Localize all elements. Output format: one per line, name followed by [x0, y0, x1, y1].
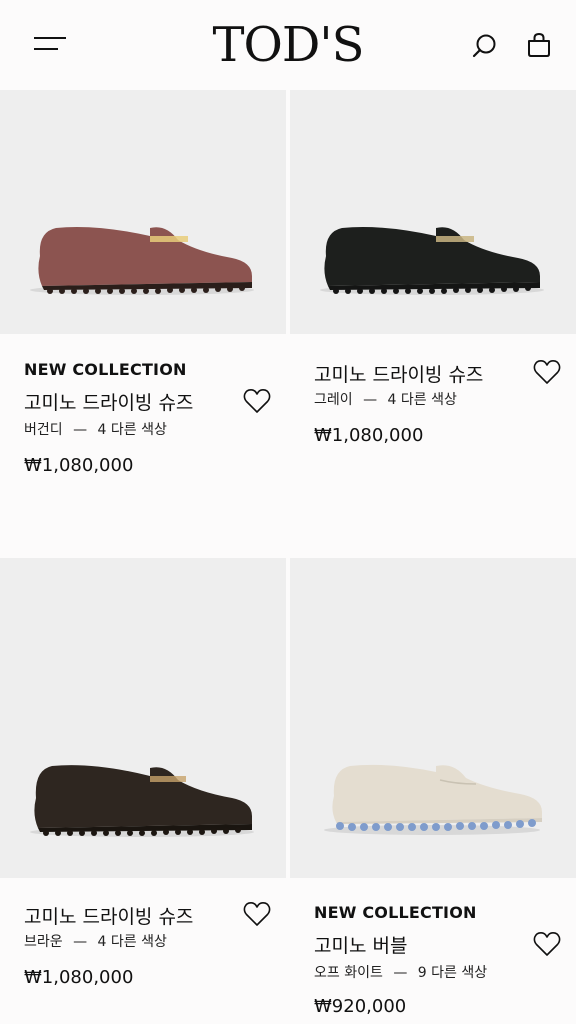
color-separator: — — [73, 422, 88, 438]
color-name: 그레이 — [314, 392, 353, 408]
product-price: ₩1,080,000 — [314, 425, 424, 446]
product-name[interactable]: 고미노 드라이빙 슈즈 — [24, 902, 193, 929]
product-card[interactable]: 고미노 드라이빙 슈즈 브라운 — 4 다른 색상 ₩1,080,000 — [0, 558, 286, 1024]
search-icon[interactable] — [472, 33, 498, 59]
product-card[interactable]: NEW COLLECTION 고미노 드라이빙 슈즈 버건디 — 4 다른 색상… — [0, 90, 286, 550]
product-image[interactable] — [290, 558, 576, 878]
more-colors: 4 다른 색상 — [97, 422, 167, 438]
product-name[interactable]: 고미노 버블 — [314, 931, 407, 958]
product-color: 그레이 — 4 다른 색상 — [314, 389, 457, 409]
product-color: 버건디 — 4 다른 색상 — [24, 419, 167, 439]
loafer-image — [30, 227, 254, 295]
color-name: 오프 화이트 — [314, 965, 383, 981]
shoe-upper — [324, 227, 540, 286]
product-price: ₩1,080,000 — [24, 967, 134, 988]
loafer-image — [30, 765, 254, 837]
product-image[interactable] — [0, 90, 286, 334]
shoe-upper — [332, 764, 542, 822]
product-card[interactable]: NEW COLLECTION 고미노 버블 오프 화이트 — 9 다른 색상 ₩… — [290, 558, 576, 1024]
more-colors: 4 다른 색상 — [387, 392, 457, 408]
loafer-image — [324, 764, 542, 835]
product-price: ₩1,080,000 — [24, 455, 134, 476]
shoe-upper — [34, 765, 253, 828]
more-colors: 4 다른 색상 — [97, 934, 167, 950]
shoe-upper — [38, 227, 253, 286]
heart-icon[interactable] — [533, 931, 561, 957]
product-image[interactable] — [0, 558, 286, 878]
color-name: 버건디 — [24, 422, 63, 438]
product-name[interactable]: 고미노 드라이빙 슈즈 — [314, 360, 483, 387]
product-color: 오프 화이트 — 9 다른 색상 — [314, 962, 487, 982]
product-image[interactable] — [290, 90, 576, 334]
product-card[interactable]: 고미노 드라이빙 슈즈 그레이 — 4 다른 색상 ₩1,080,000 — [290, 90, 576, 550]
color-name: 브라운 — [24, 934, 63, 950]
product-color: 브라운 — 4 다른 색상 — [24, 931, 167, 951]
heart-icon[interactable] — [243, 388, 271, 414]
more-colors: 9 다른 색상 — [417, 965, 488, 981]
color-separator: — — [363, 392, 378, 408]
loafer-image — [320, 227, 544, 295]
header: TOD'S — [0, 0, 576, 90]
color-separator: — — [73, 934, 88, 950]
shopping-bag-icon[interactable] — [527, 32, 551, 58]
product-tag: NEW COLLECTION — [314, 903, 477, 922]
product-price: ₩920,000 — [314, 996, 407, 1017]
product-tag: NEW COLLECTION — [24, 360, 187, 379]
product-name[interactable]: 고미노 드라이빙 슈즈 — [24, 388, 193, 415]
color-separator: — — [393, 965, 408, 981]
heart-icon[interactable] — [533, 359, 561, 385]
heart-icon[interactable] — [243, 901, 271, 927]
